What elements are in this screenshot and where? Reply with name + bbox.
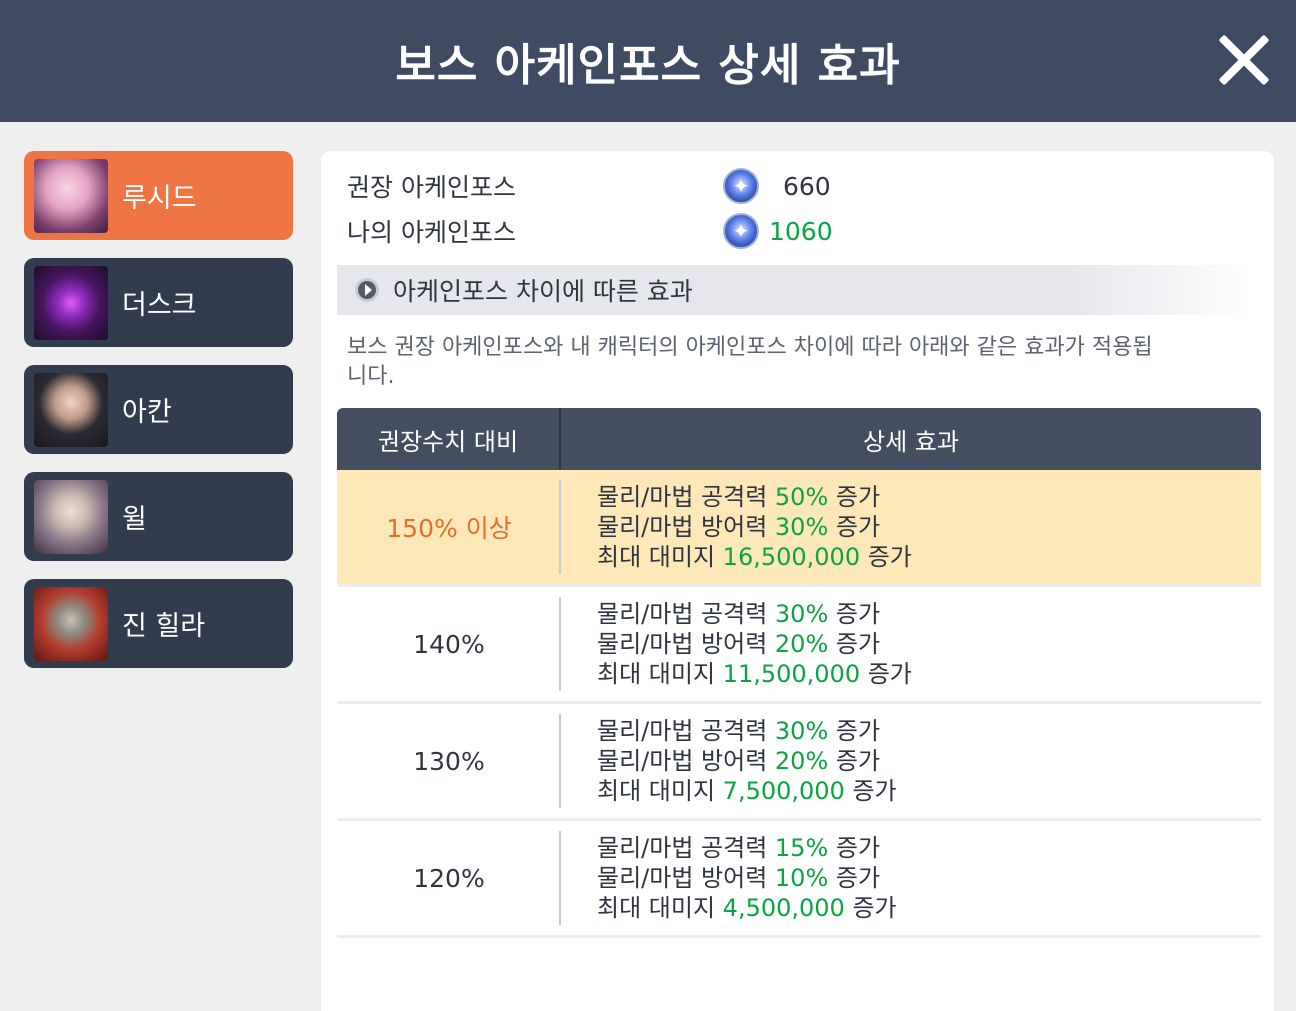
attack-value: 30% bbox=[774, 717, 829, 745]
verus-hilla-avatar bbox=[34, 586, 108, 661]
sidebar-item-verus-hilla[interactable]: 진 힐라 bbox=[24, 579, 293, 668]
recommended-arcane-value: 660 bbox=[783, 171, 831, 201]
close-icon[interactable] bbox=[1216, 32, 1272, 88]
effect-cell: 물리/마법 공격력 30% 증가 물리/마법 방어력 20% 증가 최대 대미지… bbox=[561, 587, 1261, 701]
akan-avatar bbox=[34, 372, 108, 447]
attack-label: 물리/마법 공격력 bbox=[597, 717, 775, 745]
suffix: 증가 bbox=[844, 777, 897, 805]
suffix: 증가 bbox=[828, 717, 881, 745]
table-header: 권장수치 대비 상세 효과 bbox=[337, 408, 1261, 470]
attack-line: 물리/마법 공격력 15% 증가 bbox=[597, 833, 1261, 863]
effect-cell bbox=[561, 938, 1261, 958]
suffix: 증가 bbox=[828, 513, 881, 541]
sidebar-item-lucid[interactable]: 루시드 bbox=[24, 151, 293, 240]
attack-value: 30% bbox=[774, 600, 829, 628]
my-arcane-label: 나의 아케인포스 bbox=[347, 218, 516, 247]
sidebar-item-dusk[interactable]: 더스크 bbox=[24, 258, 293, 347]
defense-value: 20% bbox=[774, 747, 829, 775]
damage-label: 최대 대미지 bbox=[597, 543, 723, 571]
defense-label: 물리/마법 방어력 bbox=[597, 513, 775, 541]
attack-value: 15% bbox=[774, 834, 829, 862]
defense-label: 물리/마법 방어력 bbox=[597, 630, 775, 658]
column-header-effect: 상세 효과 bbox=[863, 427, 959, 456]
ratio-cell: 150% 이상 bbox=[337, 470, 561, 584]
table-row: 130% 물리/마법 공격력 30% 증가 물리/마법 방어력 20% 증가 최… bbox=[337, 704, 1261, 821]
title-bar: 보스 아케인포스 상세 효과 bbox=[0, 0, 1296, 122]
suffix: 증가 bbox=[828, 834, 881, 862]
column-header-ratio: 권장수치 대비 bbox=[337, 408, 561, 470]
my-arcane-value: 1060 bbox=[769, 216, 833, 246]
defense-label: 물리/마법 방어력 bbox=[597, 747, 775, 775]
damage-line: 최대 대미지 7,500,000 증가 bbox=[597, 776, 1261, 806]
attack-line: 물리/마법 공격력 30% 증가 bbox=[597, 716, 1261, 746]
recommended-arcane-label: 권장 아케인포스 bbox=[347, 173, 516, 202]
damage-label: 최대 대미지 bbox=[597, 660, 723, 688]
effect-cell: 물리/마법 공격력 15% 증가 물리/마법 방어력 10% 증가 최대 대미지… bbox=[561, 821, 1261, 935]
ratio-cell bbox=[337, 938, 561, 958]
suffix: 증가 bbox=[828, 600, 881, 628]
bullet-icon bbox=[355, 278, 379, 302]
attack-value: 50% bbox=[774, 483, 829, 511]
boss-name: 더스크 bbox=[122, 290, 197, 321]
description: 보스 권장 아케인포스와 내 캐릭터의 아케인포스 차이에 따라 아래와 같은 … bbox=[347, 335, 1153, 389]
defense-line: 물리/마법 방어력 20% 증가 bbox=[597, 629, 1261, 659]
attack-label: 물리/마법 공격력 bbox=[597, 600, 775, 628]
arcane-gem-icon bbox=[723, 168, 759, 204]
detail-panel: 권장 아케인포스 660 나의 아케인포스 1060 아케인포스 차이에 따른 … bbox=[321, 151, 1274, 1011]
ratio-cell: 130% bbox=[337, 704, 561, 818]
suffix: 증가 bbox=[828, 864, 881, 892]
damage-value: 4,500,000 bbox=[722, 894, 845, 922]
sidebar-item-akan[interactable]: 아칸 bbox=[24, 365, 293, 454]
suffix: 증가 bbox=[828, 630, 881, 658]
damage-line: 최대 대미지 11,500,000 증가 bbox=[597, 659, 1261, 689]
defense-value: 20% bbox=[774, 630, 829, 658]
ratio-cell: 140% bbox=[337, 587, 561, 701]
ratio-cell: 120% bbox=[337, 821, 561, 935]
table-row-partial bbox=[337, 938, 1261, 958]
suffix: 증가 bbox=[828, 483, 881, 511]
boss-name: 윌 bbox=[122, 504, 147, 535]
dusk-avatar bbox=[34, 265, 108, 340]
boss-name: 아칸 bbox=[122, 397, 172, 428]
defense-label: 물리/마법 방어력 bbox=[597, 864, 775, 892]
boss-list: 루시드 더스크 아칸 윌 진 힐라 bbox=[24, 151, 293, 686]
page-title: 보스 아케인포스 상세 효과 bbox=[395, 40, 901, 91]
suffix: 증가 bbox=[860, 660, 912, 688]
damage-value: 16,500,000 bbox=[722, 543, 861, 571]
defense-line: 물리/마법 방어력 10% 증가 bbox=[597, 863, 1261, 893]
will-avatar bbox=[34, 479, 108, 554]
sidebar-item-will[interactable]: 윌 bbox=[24, 472, 293, 561]
boss-name: 루시드 bbox=[122, 183, 197, 214]
damage-value: 7,500,000 bbox=[722, 777, 845, 805]
damage-label: 최대 대미지 bbox=[597, 894, 723, 922]
attack-line: 물리/마법 공격력 50% 증가 bbox=[597, 482, 1261, 512]
damage-label: 최대 대미지 bbox=[597, 777, 723, 805]
effect-cell: 물리/마법 공격력 50% 증가 물리/마법 방어력 30% 증가 최대 대미지… bbox=[561, 470, 1261, 584]
suffix: 증가 bbox=[860, 543, 912, 571]
defense-line: 물리/마법 방어력 20% 증가 bbox=[597, 746, 1261, 776]
suffix: 증가 bbox=[844, 894, 897, 922]
section-header: 아케인포스 차이에 따른 효과 bbox=[337, 265, 1252, 315]
attack-line: 물리/마법 공격력 30% 증가 bbox=[597, 599, 1261, 629]
damage-value: 11,500,000 bbox=[722, 660, 861, 688]
boss-name: 진 힐라 bbox=[122, 611, 206, 642]
damage-line: 최대 대미지 4,500,000 증가 bbox=[597, 893, 1261, 923]
defense-value: 10% bbox=[774, 864, 829, 892]
defense-line: 물리/마법 방어력 30% 증가 bbox=[597, 512, 1261, 542]
table-row: 140% 물리/마법 공격력 30% 증가 물리/마법 방어력 20% 증가 최… bbox=[337, 587, 1261, 704]
suffix: 증가 bbox=[828, 747, 881, 775]
recommended-arcane-row: 권장 아케인포스 660 bbox=[347, 166, 847, 206]
effect-cell: 물리/마법 공격력 30% 증가 물리/마법 방어력 20% 증가 최대 대미지… bbox=[561, 704, 1261, 818]
damage-line: 최대 대미지 16,500,000 증가 bbox=[597, 542, 1261, 572]
attack-label: 물리/마법 공격력 bbox=[597, 483, 775, 511]
my-arcane-row: 나의 아케인포스 1060 bbox=[347, 211, 847, 251]
lucid-avatar bbox=[34, 158, 108, 233]
attack-label: 물리/마법 공격력 bbox=[597, 834, 775, 862]
arcane-gem-icon bbox=[723, 213, 759, 249]
defense-value: 30% bbox=[774, 513, 829, 541]
table-row: 120% 물리/마법 공격력 15% 증가 물리/마법 방어력 10% 증가 최… bbox=[337, 821, 1261, 938]
effect-table: 권장수치 대비 상세 효과 150% 이상 물리/마법 공격력 50% 증가 물… bbox=[337, 408, 1261, 958]
section-title: 아케인포스 차이에 따른 효과 bbox=[393, 277, 693, 306]
table-row: 150% 이상 물리/마법 공격력 50% 증가 물리/마법 방어력 30% 증… bbox=[337, 470, 1261, 587]
